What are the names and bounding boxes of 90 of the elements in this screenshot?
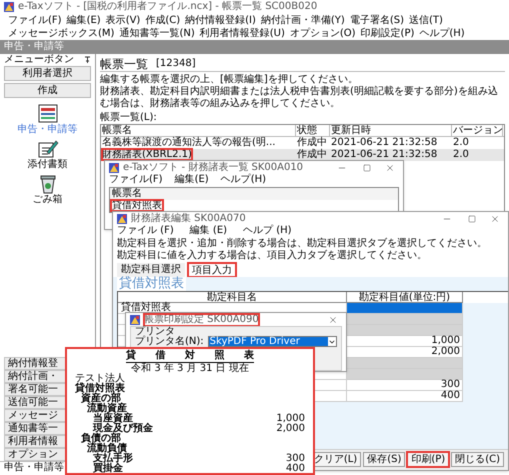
menu-item[interactable]: ファイル (F) [117,225,174,238]
field-label: プリンタ名(N): [135,336,204,348]
table-cell: 2.0 [453,137,469,148]
menu-item[interactable]: 納付計画・準備(Y) [260,14,345,27]
sidebar-item[interactable]: 申告・申請等 [18,104,78,136]
amount-field[interactable]: 300 [347,380,463,391]
menu-item[interactable]: ヘルプ (H) [243,225,292,238]
menu-item[interactable]: 編集(E) [66,14,101,27]
app-icon [130,314,140,324]
menu-item[interactable]: 編集(E) [174,174,209,187]
sidebar-button[interactable]: 利用者選択 [4,66,91,81]
sidebar-item[interactable]: 添付書類 [28,139,68,171]
menu-item[interactable]: 電子署名(S) [350,14,404,27]
window-title: e-Taxソフト - [国税の利用者ファイル.ncx] - 帳票一覧 SC00B020 [18,1,318,13]
menu-item[interactable]: 納付情報登録(I) [185,14,256,27]
document-date: 令和 3 年 3 月 31 日 現在 [131,362,249,374]
amount: 300 [286,454,305,464]
menu-item[interactable]: 印刷設定(P) [360,27,414,40]
menu-item[interactable]: ヘルプ(H) [220,174,266,187]
menu-item[interactable]: 利用者情報登録(U) [200,27,285,40]
menu-item[interactable]: メッセージボックス(M) [8,27,114,40]
account-name: 支払手形 [93,454,133,464]
column-header[interactable]: 状態 [296,125,330,136]
close-icon[interactable] [490,214,500,224]
menu-item[interactable]: 作成(C) [145,14,180,27]
hint-text: 勘定科目を選択・追加・削除する場合は、勘定科目選択タブを選択してください。 [117,238,488,250]
amount: 1,000 [276,414,305,424]
pin-icon[interactable] [84,56,91,64]
table-cell: 2021-06-21 21:32:58 [331,137,438,148]
maximize-icon[interactable] [468,214,476,222]
instruction-text: 編集する帳票を選択の上、[帳票編集]を押してください。 [100,74,359,86]
menu-item[interactable]: 表示(V) [106,14,140,27]
window-title: e-Taxソフト - 財務諸表一覧 SK00A010 [123,162,304,174]
dialog-button[interactable]: 印刷(P) [407,452,450,467]
menu-item[interactable]: ヘルプ(H) [419,27,465,40]
menu-item[interactable]: 送信(T) [408,14,443,27]
account-name: 当座資産 [93,414,133,424]
table-cell: 2021-06-21 21:32:58 [331,149,438,160]
column-header[interactable]: 帳票名 [110,188,398,200]
close-icon[interactable] [328,314,338,324]
list-label: 帳票一覧(L): [100,112,158,124]
column-header[interactable]: バージョン [452,125,503,136]
instruction-text: 財務諸表、勘定科目内訳明細書または法人税申告書別表(明細記載を要する部分)を組み込む場合は、財務諸表等の組み込みを押してください。 [100,86,499,110]
amount-field[interactable]: 2,000 [347,347,463,358]
panel-header: メニューボタン [4,54,74,66]
account-name: 買掛金 [93,464,123,474]
window-title: 財務諸表編集 SK00A070 [131,212,246,224]
printer-select[interactable]: SkyPDF Pro Driver [208,336,337,347]
amount-field[interactable]: 400 [347,391,463,402]
maximize-icon[interactable] [363,164,371,172]
amount-field[interactable]: 1,000 [347,336,463,347]
column-header[interactable]: 帳票名 [101,125,296,136]
table-cell: 名義株等譲渡の通知法人等の報告(明... [102,137,276,148]
statement-heading: 貸借対照表 [117,277,186,291]
table-cell: 作成中 [297,137,327,148]
account-name: 現金及び預金 [93,424,153,434]
menu-item[interactable]: 編集 (E) [190,225,228,238]
amount-field[interactable] [347,303,463,314]
tab[interactable]: 項目入力 [188,263,236,277]
amount: 400 [286,464,305,474]
table-cell: 作成中 [297,149,327,160]
app-icon [4,2,14,12]
amount-field[interactable] [347,314,463,325]
status-text: 申告・申請等 [4,462,64,473]
menu-item[interactable]: ファイル(F) [109,174,163,187]
tab[interactable]: 勘定科目選択 [117,263,185,277]
amount-field[interactable] [347,358,463,369]
dialog-button[interactable]: 閉じる(C) [451,452,504,467]
form-icon [36,104,58,124]
amount-field[interactable] [347,325,463,336]
close-icon[interactable] [385,162,395,172]
page-title: 帳票一覧 [100,58,148,70]
sidebar-button[interactable]: 作成 [4,83,91,98]
pen-document-icon [36,139,58,159]
table-cell: 2.0 [453,149,469,160]
amount-field[interactable] [347,369,463,380]
group-label: プリンタ [135,327,175,336]
hint-text: 勘定科目に値を入力する場合は、項目入力タブを選択してください。 [117,250,428,262]
sidebar-item[interactable]: ごみ箱 [32,174,62,206]
section-bar: 申告・申請等 [0,40,509,54]
menu-item[interactable]: ファイル(F) [8,14,62,27]
form-count: [12348] [156,58,196,70]
document-title: 貸 借 対 照 表 [126,350,254,363]
amount: 2,000 [276,424,305,434]
menu-item[interactable]: 通知書等一覧(N) [119,27,195,40]
column-header[interactable]: 更新日時 [330,125,452,136]
dialog-button[interactable]: 保存(S) [363,452,406,467]
menu-item[interactable]: オプション(O) [290,27,356,40]
app-icon [109,162,119,172]
app-icon [117,214,127,224]
